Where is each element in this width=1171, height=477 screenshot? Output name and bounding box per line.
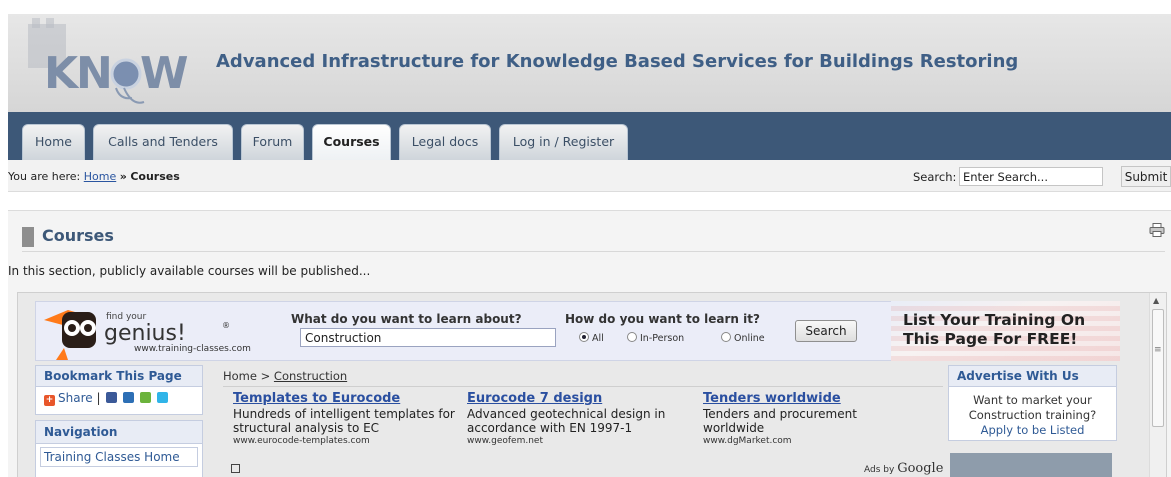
brand-registered-mark: ® — [222, 321, 230, 330]
know-logo[interactable]: K N W — [20, 18, 190, 110]
breadcrumb-home-link[interactable]: Home — [84, 170, 116, 183]
bookmark-heading: Bookmark This Page — [35, 365, 203, 387]
promo-text: List Your Training On This Page For FREE… — [903, 311, 1086, 348]
scrollbar-grip-icon: ≡ — [1154, 345, 1162, 355]
navigation-heading: Navigation — [35, 420, 203, 444]
navigation-box: Training Classes Home — [35, 444, 203, 477]
ad-item[interactable]: Tenders worldwide Tenders and procuremen… — [703, 391, 903, 446]
ad-item[interactable]: Templates to Eurocode Hundreds of intell… — [233, 391, 468, 446]
ad-url[interactable]: www.eurocode-templates.com — [233, 436, 468, 446]
share-separator: | — [96, 391, 101, 405]
page-title: Courses — [42, 226, 114, 245]
learn-how-label: How do you want to learn it? — [565, 312, 760, 326]
radio-online-label: Online — [734, 333, 765, 344]
bookmark-box: + Share | — [35, 387, 203, 415]
tab-calls-and-tenders[interactable]: Calls and Tenders — [93, 124, 233, 160]
radio-all[interactable]: All — [579, 332, 604, 344]
embedded-training-frame[interactable]: ▲ ≡ find your genius! ® www.training-cla… — [17, 292, 1167, 477]
embed-breadcrumb-divider — [223, 386, 943, 387]
nav-link-training-classes-home[interactable]: Training Classes Home — [44, 450, 180, 464]
heading-accent-bar — [22, 227, 34, 247]
radio-dot-icon[interactable] — [579, 332, 589, 342]
advertise-heading: Advertise With Us — [948, 365, 1117, 387]
radio-in-person[interactable]: In-Person — [627, 332, 684, 344]
embed-breadcrumb-home[interactable]: Home — [223, 369, 257, 383]
ad-title[interactable]: Eurocode 7 design — [467, 391, 702, 406]
logo-letter-w: W — [140, 48, 189, 99]
breadcrumb-separator: » — [119, 170, 127, 183]
advertise-box: Want to market your Construction trainin… — [948, 387, 1117, 441]
tab-courses[interactable]: Courses — [312, 124, 391, 160]
ad-url[interactable]: www.dgMarket.com — [703, 436, 903, 446]
share-plus-icon[interactable]: + — [44, 395, 55, 406]
iframe-scrollbar[interactable]: ▲ ≡ — [1149, 293, 1166, 477]
google-wordmark: Google — [897, 461, 944, 476]
search-label: Search: — [913, 170, 957, 184]
logo-letter-k: K — [44, 48, 80, 99]
scroll-up-arrow-icon[interactable]: ▲ — [1153, 296, 1159, 305]
ads-by-label: Ads by — [864, 465, 895, 475]
ad-item[interactable]: Eurocode 7 design Advanced geotechnical … — [467, 391, 702, 446]
intro-text: In this section, publicly available cour… — [8, 264, 371, 278]
logo-letter-n: N — [76, 48, 113, 99]
ad-description: Tenders and procurement worldwide — [703, 407, 857, 435]
ad-description: Advanced geotechnical design in accordan… — [467, 407, 666, 435]
embed-breadcrumb-current[interactable]: Construction — [274, 369, 347, 383]
apply-to-be-listed-link[interactable]: Apply to be Listed — [949, 423, 1116, 438]
ads-by-google[interactable]: Ads by Google — [864, 461, 943, 476]
content-panel: Courses In this section, publicly availa… — [8, 210, 1171, 477]
radio-in-person-label: In-Person — [640, 333, 685, 344]
facebook-icon[interactable] — [106, 392, 118, 403]
ad-title[interactable]: Tenders worldwide — [703, 391, 903, 406]
scrollbar-thumb[interactable] — [1152, 309, 1164, 427]
ad-url[interactable]: www.geofem.net — [467, 436, 702, 446]
myspace-icon[interactable] — [123, 392, 135, 403]
top-strip — [0, 0, 1171, 14]
advertise-line-2: Construction training? — [968, 408, 1097, 422]
embed-breadcrumb-separator: > — [260, 369, 271, 383]
tab-legal-docs[interactable]: Legal docs — [399, 124, 491, 160]
radio-dot-icon[interactable] — [627, 332, 637, 342]
ad-choices-icon[interactable] — [231, 464, 240, 473]
learn-what-input[interactable] — [300, 328, 556, 347]
find-your-genius-banner: find your genius! ® www.training-classes… — [35, 301, 1120, 361]
search-submit-button[interactable]: Submit — [1121, 166, 1171, 187]
delicious-icon[interactable] — [140, 392, 151, 403]
embed-breadcrumb: Home > Construction — [223, 369, 347, 383]
learn-what-label: What do you want to learn about? — [291, 312, 522, 326]
search-input[interactable] — [959, 167, 1103, 186]
share-label[interactable]: Share — [58, 391, 93, 405]
ad-description: Hundreds of intelligent templates for st… — [233, 407, 455, 435]
title-divider — [22, 251, 1165, 252]
training-search-button[interactable]: Search — [795, 320, 857, 342]
tab-home[interactable]: Home — [22, 124, 85, 160]
ad-title[interactable]: Templates to Eurocode — [233, 391, 468, 406]
site-title: Advanced Infrastructure for Knowledge Ba… — [216, 51, 1019, 72]
share-widget[interactable]: + Share | — [44, 391, 168, 406]
advertise-line-1: Want to market your — [973, 393, 1092, 407]
brand-genius: genius! — [104, 321, 186, 346]
embed-left-column: Bookmark This Page + Share | Navigation T… — [35, 365, 203, 477]
site-header: K N W Advanced Infrastructure for Knowle… — [8, 14, 1171, 112]
tab-forum[interactable]: Forum — [241, 124, 304, 160]
radio-online[interactable]: Online — [721, 332, 765, 344]
breadcrumb-current: Courses — [130, 170, 180, 183]
tab-log-in-register[interactable]: Log in / Register — [499, 124, 628, 160]
promo-banner[interactable]: List Your Training On This Page For FREE… — [891, 301, 1120, 361]
breadcrumb-prefix: You are here: — [8, 170, 81, 183]
brand-url: www.training-classes.com — [134, 344, 251, 354]
print-icon[interactable] — [1149, 223, 1165, 237]
sidebar-image-placeholder — [950, 453, 1112, 477]
breadcrumb: You are here: Home » Courses — [8, 170, 180, 183]
main-navbar: Home Calls and Tenders Forum Courses Leg… — [8, 112, 1171, 160]
radio-all-label: All — [592, 333, 604, 344]
twitter-icon[interactable] — [156, 392, 168, 403]
breadcrumb-bar: You are here: Home » Courses Search: Sub… — [8, 160, 1171, 192]
radio-dot-icon[interactable] — [721, 332, 731, 342]
